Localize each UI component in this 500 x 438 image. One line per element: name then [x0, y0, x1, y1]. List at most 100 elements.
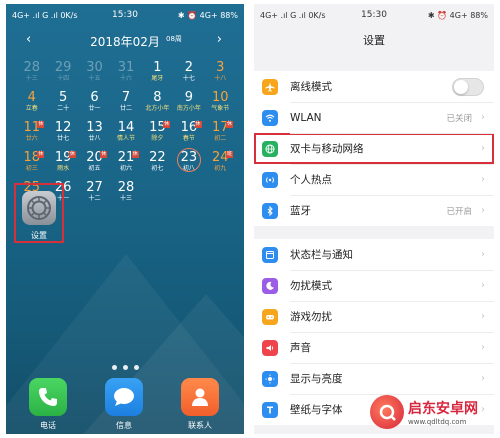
calendar-day[interactable]: 24 初九班 — [205, 150, 236, 178]
calendar-day[interactable]: 13 廿八 — [79, 120, 110, 148]
calendar-day-lunar: 十七 — [182, 75, 195, 82]
calendar-day[interactable]: 23 初八 — [173, 148, 204, 178]
calendar-day[interactable]: 15 除夕休 — [142, 120, 173, 148]
calendar-day-lunar: 廿六 — [25, 135, 38, 142]
calendar-day[interactable]: 30 十五 — [79, 60, 110, 88]
calendar-day-lunar: 廿七 — [57, 135, 70, 142]
speaker-icon — [262, 339, 278, 356]
settings-row-hotspot[interactable]: 个人热点 › — [254, 164, 494, 195]
holiday-badge: 休 — [131, 151, 139, 158]
settings-row-label: 游戏勿扰 — [290, 311, 332, 323]
calendar-day[interactable]: 21 初六休 — [110, 150, 141, 178]
calendar-day-number: 1 — [153, 60, 162, 75]
settings-row-dnd[interactable]: 勿扰模式 › — [254, 270, 494, 301]
chevron-right-icon: › — [481, 174, 485, 185]
moon-icon — [262, 277, 278, 294]
settings-row-label: 状态栏与通知 — [290, 249, 353, 261]
calendar-day-number: 6 — [90, 90, 99, 105]
messages-app[interactable]: 信息 — [102, 378, 146, 431]
gamepad-icon — [262, 308, 278, 325]
holiday-badge: 休 — [225, 121, 233, 128]
calendar-day[interactable]: 19 雨水休 — [47, 150, 78, 178]
calendar-day[interactable]: 9 南方小年 — [173, 90, 204, 118]
page-indicator — [6, 355, 244, 374]
settings-row-dual-sim[interactable]: 双卡与移动网络 › — [254, 133, 494, 164]
calendar-day[interactable]: 12 廿七 — [47, 120, 78, 148]
calendar-day-number: 9 — [184, 90, 193, 105]
calendar-day[interactable]: 28 十三 — [16, 60, 47, 88]
contacts-app[interactable]: 联系人 — [178, 378, 222, 431]
calendar-day-lunar: 雨水 — [57, 165, 70, 172]
holiday-badge: 休 — [100, 151, 108, 158]
chevron-right-icon: › — [481, 112, 485, 123]
chevron-right-icon: › — [481, 205, 485, 216]
calendar-day-number: 7 — [121, 90, 131, 105]
calendar-day[interactable]: 6 廿一 — [79, 90, 110, 118]
calendar-day-lunar: 南方小年 — [176, 105, 201, 112]
settings-row-airplane[interactable]: 离线模式 — [254, 71, 494, 102]
watermark: 启东安卓网 www.qdltdq.com — [370, 392, 494, 432]
calendar-day[interactable]: 7 廿二 — [110, 90, 141, 118]
airplane-mode-toggle[interactable] — [452, 77, 484, 96]
chevron-right-icon[interactable]: › — [217, 32, 222, 47]
calendar-day[interactable]: 28 十三 — [110, 180, 141, 208]
calendar-day[interactable]: 10 气象节 — [205, 90, 236, 118]
calendar-day[interactable]: 2 十七 — [173, 60, 204, 88]
page-dot — [111, 365, 117, 370]
calendar-day[interactable]: 18 初三休 — [16, 150, 47, 178]
chevron-right-icon: › — [481, 311, 485, 322]
calendar-day-lunar: 二十 — [57, 105, 70, 112]
calendar-day-lunar: 十六 — [119, 75, 132, 82]
calendar-day-number: 31 — [117, 60, 135, 75]
calendar-day-number: 30 — [86, 60, 103, 75]
calendar-day[interactable]: 16 春节休 — [173, 120, 204, 148]
calendar-day-lunar: 十二 — [88, 195, 101, 202]
settings-row-label: 蓝牙 — [290, 205, 311, 217]
calendar-day[interactable]: 20 初五休 — [79, 150, 110, 178]
watermark-text: 启东安卓网 — [408, 401, 478, 417]
dock: 电话 信息 联系人 — [6, 378, 244, 434]
holiday-badge: 休 — [163, 121, 171, 128]
settings-row-statusbar[interactable]: 状态栏与通知 › — [254, 239, 494, 270]
calendar-day-lunar: 十五 — [88, 75, 101, 82]
calendar-day[interactable]: 5 二十 — [47, 90, 78, 118]
settings-row-display[interactable]: 显示与亮度 › — [254, 363, 494, 394]
holiday-badge: 休 — [68, 151, 76, 158]
holiday-badge: 休 — [37, 121, 45, 128]
settings-app-icon[interactable]: 设置 — [14, 183, 64, 243]
calendar-day-number: 27 — [86, 180, 103, 195]
calendar-day-number: 5 — [58, 90, 68, 105]
calendar-day[interactable]: 27 十二 — [79, 180, 110, 208]
calendar-day-lunar: 廿一 — [88, 105, 101, 112]
calendar-day[interactable]: 8 北方小年 — [142, 90, 173, 118]
contacts-app-label: 联系人 — [188, 421, 212, 430]
gear-icon — [22, 191, 56, 225]
calendar-day[interactable]: 31 十六 — [110, 60, 141, 88]
settings-row-value: 已关闭 — [446, 113, 472, 124]
calendar-day[interactable]: 22 初七 — [142, 150, 173, 178]
phone-app[interactable]: 电话 — [26, 378, 70, 431]
calendar-day[interactable]: 4 立春 — [16, 90, 47, 118]
calendar-day-number: 14 — [117, 120, 135, 135]
calendar-day[interactable]: 3 十八 — [205, 60, 236, 88]
chevron-right-icon: › — [481, 143, 485, 154]
calendar-day[interactable]: 11 廿六休 — [16, 120, 47, 148]
calendar-day-lunar: 北方小年 — [145, 105, 170, 112]
calendar-day-number: 8 — [153, 90, 162, 105]
settings-row-bluetooth[interactable]: 蓝牙 已开启 › — [254, 195, 494, 226]
settings-row-game-dnd[interactable]: 游戏勿扰 › — [254, 301, 494, 332]
calendar-day[interactable]: 17 初二休 — [205, 120, 236, 148]
settings-row-label: 显示与亮度 — [290, 373, 343, 385]
calendar-day-lunar: 初六 — [119, 165, 132, 172]
home-screen: 4G+ .ıl G .ıl 0K/s 15:30 ✱ ⏰ 4G+ 88% ‹ 2… — [6, 4, 244, 434]
calendar-day[interactable]: 29 十四 — [47, 60, 78, 88]
settings-row-wlan[interactable]: WLAN 已关闭 › — [254, 102, 494, 133]
calendar-day[interactable]: 14 情人节 — [110, 120, 141, 148]
status-bar: 4G+ .ıl G .ıl 0K/s 15:30 ✱ ⏰ 4G+ 88% — [254, 4, 494, 26]
settings-row-sound[interactable]: 声音 › — [254, 332, 494, 363]
wifi-icon — [262, 109, 278, 126]
calendar-day-lunar: 初二 — [214, 135, 227, 142]
settings-group-connectivity: 离线模式 WLAN 已关闭 › 双卡与移动网络 › 个人热点 › 蓝牙 已开启 › — [254, 71, 494, 226]
calendar-day[interactable]: 1 尾牙 — [142, 60, 173, 88]
chevron-right-icon: › — [481, 373, 485, 384]
